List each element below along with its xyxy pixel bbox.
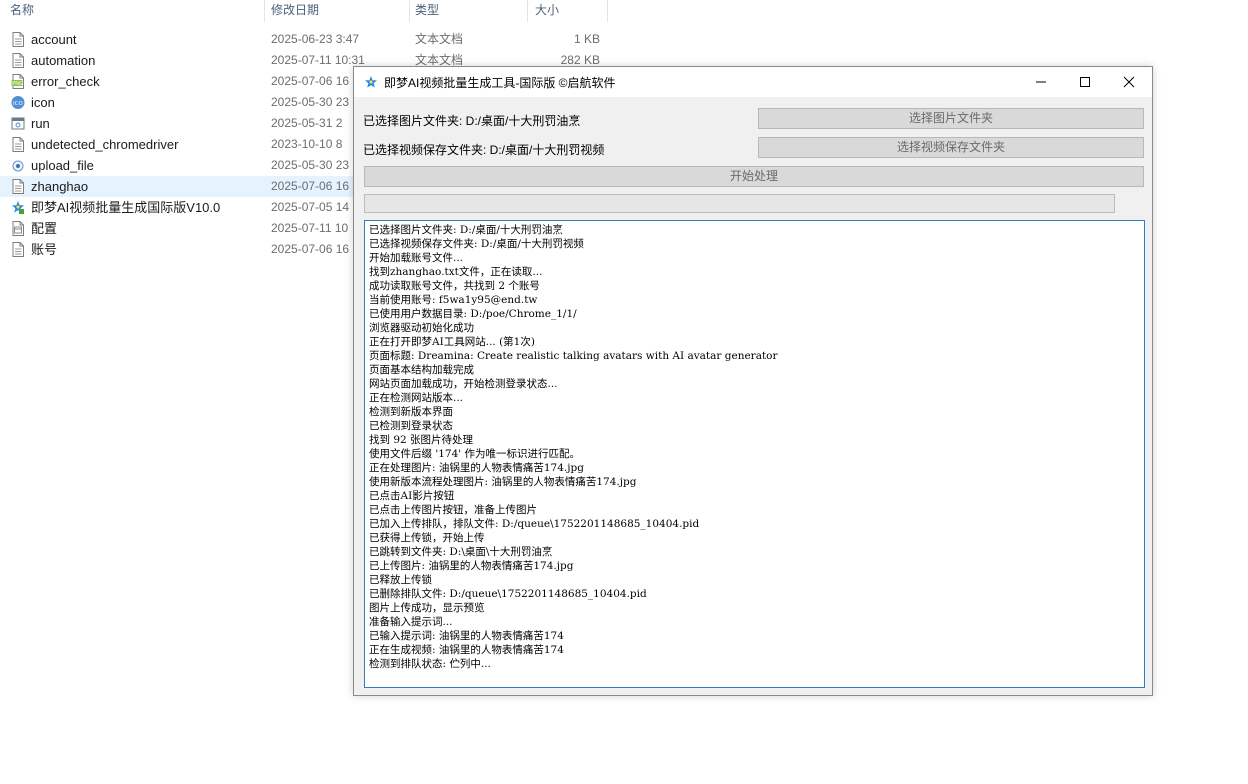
log-line: 页面基本结构加载完成: [369, 364, 474, 376]
log-line: 已输入提示词: 油锅里的人物表情痛苦174: [369, 630, 564, 642]
ico-image-icon: ICO: [11, 96, 25, 109]
file-name: undetected_chromedriver: [31, 137, 179, 152]
column-header-date[interactable]: 修改日期: [265, 0, 410, 22]
log-line: 已点击上传图片按钮，准备上传图片: [369, 504, 537, 516]
file-date: 2025-05-30 23: [271, 95, 350, 109]
file-date: 2025-07-05 14: [271, 200, 350, 214]
file-name: 账号: [31, 242, 58, 257]
log-line: 成功读取账号文件，共找到 2 个账号: [369, 280, 540, 292]
log-line: 已跳转到文件夹: D:\桌面\十大刑罚油烹: [369, 546, 553, 558]
log-line: 已选择视频保存文件夹: D:/桌面/十大刑罚视频: [369, 238, 584, 250]
maximize-button[interactable]: [1062, 67, 1108, 97]
column-header-name[interactable]: 名称: [0, 0, 265, 22]
column-header-type-label: 类型: [415, 3, 440, 17]
column-separator: [607, 0, 608, 22]
log-line: 页面标题: Dreamina: Create realistic talking…: [369, 350, 778, 362]
file-name: icon: [31, 95, 55, 110]
app-exe-icon: [12, 201, 24, 214]
text-file-icon: [12, 32, 24, 47]
log-line: 正在打开即梦AI工具网站... (第1次): [369, 336, 535, 348]
log-line: 正在检测网站版本...: [369, 392, 464, 404]
title-bar[interactable]: 即梦AI视频批量生成工具-国际版 ©启航软件: [354, 67, 1152, 97]
log-line: 网站页面加载成功，开始检测登录状态...: [369, 378, 558, 390]
log-line: 检测到新版本界面: [369, 406, 453, 418]
window-title: 即梦AI视频批量生成工具-国际版 ©启航软件: [384, 76, 616, 90]
file-name: error_check: [31, 74, 100, 89]
text-file-icon: [12, 242, 24, 257]
log-line: 已点击AI影片按钮: [369, 490, 455, 502]
log-line: 浏览器驱动初始化成功: [369, 322, 474, 334]
file-name: 配置: [31, 221, 58, 236]
select-image-folder-button[interactable]: 选择图片文件夹: [758, 108, 1144, 129]
file-date: 2025-07-11 10:31: [271, 53, 365, 67]
column-header-size-label: 大小: [535, 3, 560, 17]
file-name: automation: [31, 53, 96, 68]
shortcut-icon: [11, 117, 25, 130]
log-line: 使用文件后缀 '174' 作为唯一标识进行匹配。: [369, 448, 580, 460]
app-window: 即梦AI视频批量生成工具-国际版 ©启航软件 已选择图片文件夹: D:/桌面/十…: [353, 66, 1153, 696]
log-line: 使用新版本流程处理图片: 油锅里的人物表情痛苦174.jpg: [369, 476, 637, 488]
log-line: 已释放上传锁: [369, 574, 432, 586]
log-line: 准备输入提示词...: [369, 616, 453, 628]
file-name: run: [31, 116, 50, 131]
config-file-icon: [12, 221, 24, 236]
log-line: 已检测到登录状态: [369, 420, 453, 432]
close-icon: [1123, 76, 1135, 88]
png-image-icon: PNG: [11, 74, 24, 89]
log-line: 开始加载账号文件...: [369, 252, 464, 264]
log-line: 找到zhanghao.txt文件，正在读取...: [369, 266, 543, 278]
start-processing-button[interactable]: 开始处理: [364, 166, 1144, 187]
log-line: 图片上传成功，显示预览: [369, 602, 485, 614]
python-file-icon: [12, 160, 24, 172]
text-file-icon: [12, 53, 24, 68]
minimize-icon: [1036, 81, 1046, 83]
column-header-size[interactable]: 大小: [528, 0, 608, 22]
select-video-folder-button[interactable]: 选择视频保存文件夹: [758, 137, 1144, 158]
maximize-icon: [1080, 77, 1090, 87]
log-output[interactable]: 已选择图片文件夹: D:/桌面/十大刑罚油烹已选择视频保存文件夹: D:/桌面/…: [364, 220, 1145, 688]
log-line: 正在处理图片: 油锅里的人物表情痛苦174.jpg: [369, 462, 584, 474]
log-line: 正在生成视频: 油锅里的人物表情痛苦174: [369, 644, 564, 656]
log-line: 已上传图片: 油锅里的人物表情痛苦174.jpg: [369, 560, 574, 572]
file-date: 2025-07-11 10: [271, 221, 349, 235]
column-header-date-label: 修改日期: [271, 3, 320, 17]
text-file-icon: [12, 179, 24, 194]
log-line: 已获得上传锁，开始上传: [369, 532, 485, 544]
column-header-type[interactable]: 类型: [410, 0, 528, 22]
file-row[interactable]: account 2025-06-23 3:47 文本文档 1 KB: [0, 29, 620, 50]
svg-text:ICO: ICO: [13, 101, 23, 107]
close-button[interactable]: [1106, 67, 1152, 97]
file-name: zhanghao: [31, 179, 89, 194]
image-folder-label: 已选择图片文件夹: D:/桌面/十大刑罚油烹: [363, 114, 581, 128]
file-date: 2025-07-06 16: [271, 74, 350, 88]
minimize-button[interactable]: [1018, 67, 1064, 97]
file-date: 2025-07-06 16: [271, 242, 350, 256]
text-file-icon: [12, 137, 24, 152]
log-line: 检测到排队状态: 伫列中...: [369, 658, 491, 670]
file-size: 1 KB: [573, 32, 600, 46]
file-name: account: [31, 32, 77, 47]
video-folder-label: 已选择视频保存文件夹: D:/桌面/十大刑罚视频: [363, 143, 605, 157]
file-date: 2025-06-23 3:47: [271, 32, 360, 46]
file-type: 文本文档: [415, 32, 464, 46]
progress-bar: [364, 194, 1115, 213]
log-line: 已选择图片文件夹: D:/桌面/十大刑罚油烹: [369, 224, 563, 236]
column-header-name-label: 名称: [10, 3, 35, 17]
file-name: upload_file: [31, 158, 94, 173]
file-date: 2025-05-30 23: [271, 158, 350, 172]
log-line: 已加入上传排队，排队文件: D:/queue\1752201148685_104…: [369, 518, 700, 530]
log-line: 已删除排队文件: D:/queue\1752201148685_10404.pi…: [369, 588, 647, 600]
log-line: 找到 92 张图片待处理: [369, 434, 474, 446]
svg-text:PNG: PNG: [12, 81, 23, 87]
file-date: 2025-05-31 2: [271, 116, 343, 130]
app-star-icon: [365, 76, 377, 88]
file-date: 2025-07-06 16: [271, 179, 350, 193]
log-line: 已使用用户数据目录: D:/poe/Chrome_1/1/: [369, 308, 577, 320]
file-date: 2023-10-10 8: [271, 137, 343, 151]
file-name: 即梦AI视频批量生成国际版V10.0: [31, 200, 221, 215]
log-line: 当前使用账号: f5wa1y95@end.tw: [369, 294, 538, 306]
